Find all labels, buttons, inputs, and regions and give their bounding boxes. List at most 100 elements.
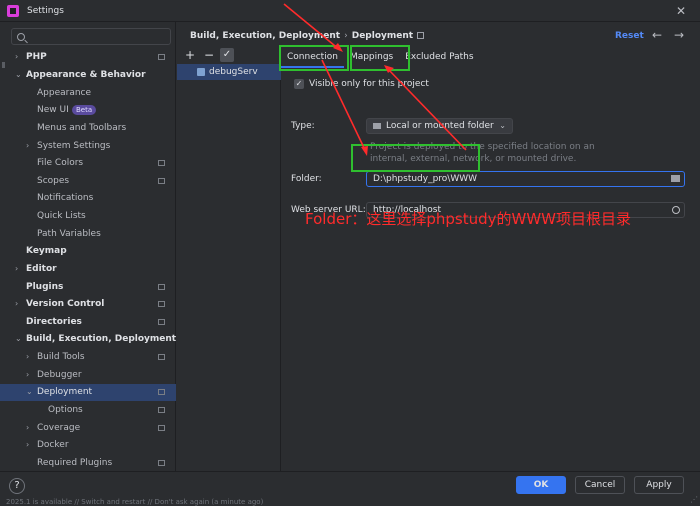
sidebar-item[interactable]: Appearance <box>0 85 176 102</box>
sidebar-item[interactable]: Menus and Toolbars <box>0 120 176 137</box>
tab-mappings[interactable]: Mappings <box>344 46 399 68</box>
settings-sidebar: › PHP ⌄ Appearance & Behavior Appearance New … <box>0 22 176 471</box>
sidebar-item-label: Plugins <box>26 282 64 292</box>
sidebar-item[interactable]: › Editor <box>0 261 176 278</box>
title-bar: Settings ✕ <box>0 0 700 22</box>
sidebar-item[interactable]: › Build Tools <box>0 349 176 366</box>
settings-search[interactable] <box>11 28 171 45</box>
tab-excluded-paths[interactable]: Excluded Paths <box>399 46 479 68</box>
sidebar-item[interactable]: Required Plugins <box>0 455 176 472</box>
sidebar-item[interactable]: New UI Beta <box>0 102 176 119</box>
connection-form: ✓ Visible only for this project Type: Lo… <box>281 68 700 471</box>
sidebar-item[interactable]: › Docker <box>0 437 176 454</box>
chevron-right-icon[interactable]: › <box>26 141 29 150</box>
dialog-footer: ? OK Cancel Apply 2025.1 is available //… <box>0 471 700 506</box>
sidebar-item-label: Notifications <box>37 193 94 203</box>
sidebar-item[interactable]: Options <box>0 402 176 419</box>
chevron-down-icon: ⌄ <box>499 121 506 130</box>
sidebar-item-label: Docker <box>37 440 69 450</box>
server-list-toolbar: + − ✓ <box>177 46 281 64</box>
sidebar-item[interactable]: Directories <box>0 314 176 331</box>
sidebar-item-label: Required Plugins <box>37 458 113 468</box>
beta-badge: Beta <box>72 105 97 115</box>
sidebar-item[interactable]: Path Variables <box>0 226 176 243</box>
sidebar-item-label: Debugger <box>37 370 82 380</box>
server-list: debugServ <box>177 64 281 471</box>
add-server-button[interactable]: + <box>184 49 196 61</box>
chevron-right-icon[interactable]: › <box>26 440 29 449</box>
chevron-right-icon[interactable]: › <box>15 52 18 61</box>
sidebar-item-label: Directories <box>26 317 82 327</box>
sidebar-item-label: Appearance & Behavior <box>26 70 146 80</box>
sidebar-item[interactable]: ⌄ Build, Execution, Deployment <box>0 331 176 348</box>
help-button[interactable]: ? <box>9 478 25 494</box>
settings-search-input[interactable] <box>31 31 161 42</box>
sidebar-item-label: Deployment <box>37 387 93 397</box>
project-scope-icon <box>158 389 165 395</box>
chevron-right-icon[interactable]: › <box>26 352 29 361</box>
browse-folder-icon[interactable] <box>671 175 680 182</box>
sidebar-item[interactable]: ⌄ Appearance & Behavior <box>0 67 176 84</box>
set-default-button[interactable]: ✓ <box>220 48 234 62</box>
visible-only-row: ✓ Visible only for this project <box>294 79 429 89</box>
sidebar-item[interactable]: Notifications <box>0 190 176 207</box>
server-list-item[interactable]: debugServ <box>177 64 281 80</box>
folder-field[interactable] <box>366 171 685 187</box>
sidebar-item[interactable]: › PHP <box>0 49 176 66</box>
chevron-right-icon[interactable]: › <box>26 423 29 432</box>
sidebar-item-label: Keymap <box>26 246 67 256</box>
breadcrumb-parent: Build, Execution, Deployment <box>190 31 341 41</box>
visible-only-checkbox[interactable]: ✓ <box>294 79 304 89</box>
breadcrumb-current: Deployment <box>351 31 414 41</box>
globe-icon[interactable] <box>672 206 680 214</box>
chevron-down-icon[interactable]: ⌄ <box>26 387 33 396</box>
sidebar-item-label: PHP <box>26 52 47 62</box>
sidebar-item-label: Menus and Toolbars <box>37 123 127 133</box>
sidebar-item-label: System Settings <box>37 141 111 151</box>
sidebar-item[interactable]: File Colors <box>0 155 176 172</box>
chevron-down-icon[interactable]: ⌄ <box>15 334 22 343</box>
sidebar-item[interactable]: Keymap <box>0 243 176 260</box>
back-arrow-icon[interactable]: ← <box>652 28 662 42</box>
window-title: Settings <box>27 5 64 16</box>
project-scope-icon <box>417 32 425 39</box>
project-scope-icon <box>158 460 165 466</box>
breadcrumb: Build, Execution, Deployment › Deployment <box>190 31 425 41</box>
sidebar-item[interactable]: ⌄ Deployment <box>0 384 176 401</box>
folder-label: Folder: <box>291 174 322 184</box>
sidebar-item-label: Appearance <box>37 88 92 98</box>
sidebar-item-label: Scopes <box>37 176 70 186</box>
app-logo-icon <box>7 4 19 17</box>
cancel-button[interactable]: Cancel <box>575 476 625 494</box>
sidebar-item-label: Coverage <box>37 423 81 433</box>
sidebar-item[interactable]: › Version Control <box>0 296 176 313</box>
sidebar-item[interactable]: › System Settings <box>0 138 176 155</box>
forward-arrow-icon[interactable]: → <box>674 28 684 42</box>
chevron-right-icon[interactable]: › <box>15 264 18 273</box>
remove-server-button[interactable]: − <box>203 49 215 61</box>
close-icon[interactable]: ✕ <box>676 4 686 18</box>
type-description: Project is deployed to the specified loc… <box>370 142 595 164</box>
sidebar-item[interactable]: Quick Lists <box>0 208 176 225</box>
sidebar-item[interactable]: Plugins <box>0 279 176 296</box>
sidebar-item[interactable]: › Debugger <box>0 367 176 384</box>
project-scope-icon <box>158 178 165 184</box>
project-scope-icon <box>158 160 165 166</box>
reset-link[interactable]: Reset <box>615 31 644 41</box>
sidebar-item[interactable]: › Coverage <box>0 420 176 437</box>
chevron-right-icon[interactable]: › <box>26 370 29 379</box>
folder-input[interactable] <box>373 174 653 184</box>
tab-connection[interactable]: Connection <box>281 46 344 68</box>
chevron-right-icon[interactable]: › <box>15 299 18 308</box>
resize-grip-icon[interactable]: ⋰ <box>690 495 698 504</box>
sidebar-item-label: Quick Lists <box>37 211 86 221</box>
sidebar-item-label: Options <box>48 405 83 415</box>
chevron-down-icon[interactable]: ⌄ <box>15 70 22 79</box>
ok-button[interactable]: OK <box>516 476 566 494</box>
project-scope-icon <box>158 407 165 413</box>
type-select[interactable]: Local or mounted folder ⌄ <box>366 118 513 134</box>
apply-button[interactable]: Apply <box>634 476 684 494</box>
sidebar-item[interactable]: Scopes <box>0 173 176 190</box>
breadcrumb-separator: › <box>344 31 348 41</box>
project-scope-icon <box>158 319 165 325</box>
